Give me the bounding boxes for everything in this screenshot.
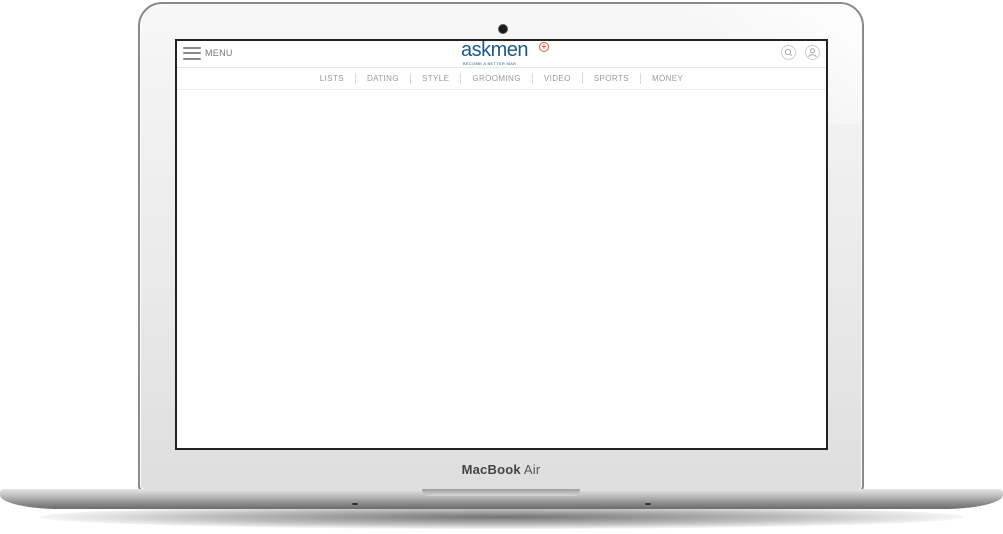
brand-label-suffix: Air [523,462,541,477]
nav-item-lists[interactable]: LISTS [309,73,356,84]
lid-notch [422,489,580,496]
askmen-logo[interactable]: askmen + BECOME A BETTER MAN [461,41,553,67]
nav-item-grooming[interactable]: GROOMING [461,73,533,84]
nav-item-style[interactable]: STYLE [411,73,462,84]
nav-item-money[interactable]: MONEY [641,73,694,84]
logo-tagline: BECOME A BETTER MAN [463,61,517,66]
search-icon [784,48,792,56]
laptop-foot-right [645,503,651,505]
laptop-screen: MENU askmen + BECOME A BETTER MAN LISTS … [175,39,828,450]
logo-plus-icon: + [539,42,549,52]
laptop-mockup: MENU askmen + BECOME A BETTER MAN LISTS … [0,0,1003,534]
site-header: MENU askmen + BECOME A BETTER MAN [177,41,826,68]
main-nav: LISTS DATING STYLE GROOMING VIDEO SPORTS… [177,68,826,90]
logo-text: askmen [461,39,529,61]
hamburger-icon [183,46,201,60]
nav-item-video[interactable]: VIDEO [533,73,583,84]
camera-icon [498,24,508,34]
menu-button[interactable]: MENU [183,45,233,61]
user-icon [808,48,817,58]
user-button[interactable] [805,45,820,60]
nav-item-dating[interactable]: DATING [356,73,411,84]
brand-label-main: MacBook [461,462,521,477]
device-brand-label: MacBook Air [438,462,564,477]
laptop-foot-left [352,503,358,505]
search-button[interactable] [781,45,796,60]
nav-item-sports[interactable]: SPORTS [583,73,641,84]
menu-label: MENU [205,48,233,58]
